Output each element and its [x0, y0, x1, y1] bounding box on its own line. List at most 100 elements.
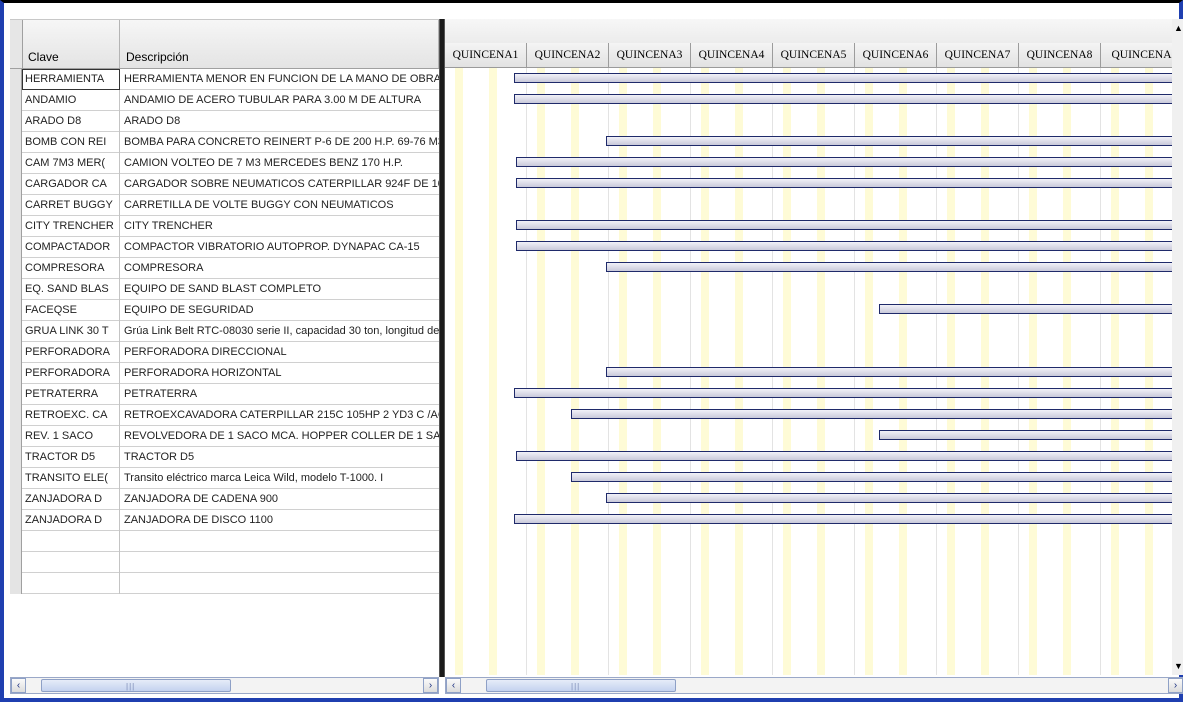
table-row[interactable]: PETRATERRA PETRATERRA — [10, 384, 439, 405]
period-header[interactable]: QUINCENA3 — [609, 43, 691, 67]
row-selector[interactable] — [10, 300, 22, 321]
gantt-bar[interactable] — [514, 73, 1172, 83]
cell-descripcion[interactable]: BOMBA PARA CONCRETO REINERT P-6 DE 200 H… — [120, 132, 439, 153]
cell-clave[interactable]: CITY TRENCHER — [22, 216, 120, 237]
cell-descripcion[interactable] — [120, 531, 439, 552]
row-selector[interactable] — [10, 132, 22, 153]
cell-descripcion[interactable]: ANDAMIO DE ACERO TUBULAR PARA 3.00 M DE … — [120, 90, 439, 111]
row-selector[interactable] — [10, 552, 22, 573]
table-row[interactable] — [10, 531, 439, 552]
period-header[interactable]: QUINCENA4 — [691, 43, 773, 67]
row-selector[interactable] — [10, 90, 22, 111]
cell-descripcion[interactable]: RETROEXCAVADORA CATERPILLAR 215C 105HP 2… — [120, 405, 439, 426]
row-selector[interactable] — [10, 195, 22, 216]
cell-descripcion[interactable]: HERRAMIENTA MENOR EN FUNCION DE LA MANO … — [120, 69, 439, 90]
row-selector[interactable] — [10, 405, 22, 426]
cell-clave[interactable]: HERRAMIENTA — [22, 69, 120, 90]
period-header[interactable]: QUINCENA2 — [527, 43, 609, 67]
cell-clave[interactable]: TRANSITO ELE( — [22, 468, 120, 489]
gantt-bar[interactable] — [606, 493, 1172, 503]
table-row[interactable]: ARADO D8 ARADO D8 — [10, 111, 439, 132]
gantt-bar[interactable] — [606, 262, 1172, 272]
cell-clave[interactable]: EQ. SAND BLAS — [22, 279, 120, 300]
table-row[interactable]: TRANSITO ELE(Transito eléctrico marca Le… — [10, 468, 439, 489]
cell-clave[interactable]: CARRET BUGGY — [22, 195, 120, 216]
row-selector[interactable] — [10, 258, 22, 279]
row-selector[interactable] — [10, 69, 22, 90]
grid-horizontal-scrollbar[interactable]: ‹ ||| › — [10, 677, 439, 694]
column-header-clave[interactable]: Clave — [22, 20, 120, 68]
table-row[interactable]: TRACTOR D5 TRACTOR D5 — [10, 447, 439, 468]
scroll-right-icon[interactable]: › — [423, 678, 438, 693]
row-selector[interactable] — [10, 321, 22, 342]
cell-clave[interactable]: ZANJADORA D — [22, 510, 120, 531]
table-row[interactable] — [10, 573, 439, 594]
cell-descripcion[interactable]: Grúa Link Belt RTC-08030 serie II, capac… — [120, 321, 439, 342]
table-row[interactable] — [10, 552, 439, 573]
gantt-bar[interactable] — [879, 304, 1172, 314]
grid-scroll-thumb[interactable]: ||| — [41, 679, 231, 692]
cell-descripcion[interactable] — [120, 552, 439, 573]
cell-clave[interactable]: GRUA LINK 30 T — [22, 321, 120, 342]
cell-clave[interactable]: CAM 7M3 MER( — [22, 153, 120, 174]
row-selector[interactable] — [10, 426, 22, 447]
scroll-up-icon[interactable]: ▲ — [1172, 21, 1183, 35]
cell-descripcion[interactable]: Transito eléctrico marca Leica Wild, mod… — [120, 468, 439, 489]
row-selector[interactable] — [10, 216, 22, 237]
table-row[interactable]: GRUA LINK 30 T Grúa Link Belt RTC-08030 s… — [10, 321, 439, 342]
row-selector[interactable] — [10, 279, 22, 300]
table-row[interactable]: ANDAMIO ANDAMIO DE ACERO TUBULAR PARA 3.0… — [10, 90, 439, 111]
gantt-bar[interactable] — [516, 157, 1172, 167]
period-header[interactable]: QUINCENA7 — [937, 43, 1019, 67]
gantt-bar[interactable] — [516, 451, 1172, 461]
cell-descripcion[interactable]: CAMION VOLTEO DE 7 M3 MERCEDES BENZ 170 … — [120, 153, 439, 174]
table-row[interactable]: PERFORADORA PERFORADORA DIRECCIONAL — [10, 342, 439, 363]
cell-clave[interactable]: PERFORADORA — [22, 342, 120, 363]
cell-clave[interactable]: PERFORADORA — [22, 363, 120, 384]
cell-clave[interactable]: REV. 1 SACO — [22, 426, 120, 447]
row-selector[interactable] — [10, 153, 22, 174]
table-row[interactable]: HERRAMIENTA HERRAMIENTA MENOR EN FUNCION … — [10, 69, 439, 90]
scroll-left-icon[interactable]: ‹ — [11, 678, 26, 693]
period-header[interactable]: QUINCENA — [1101, 43, 1172, 67]
row-selector[interactable] — [10, 111, 22, 132]
period-header[interactable]: QUINCENA5 — [773, 43, 855, 67]
row-selector[interactable] — [10, 531, 22, 552]
period-header[interactable]: QUINCENA8 — [1019, 43, 1101, 67]
table-row[interactable]: CARGADOR CA CARGADOR SOBRE NEUMATICOS CAT… — [10, 174, 439, 195]
cell-descripcion[interactable]: CARRETILLA DE VOLTE BUGGY CON NEUMATICOS — [120, 195, 439, 216]
cell-descripcion[interactable]: ZANJADORA DE DISCO 1100 — [120, 510, 439, 531]
cell-descripcion[interactable]: EQUIPO DE SEGURIDAD — [120, 300, 439, 321]
period-header[interactable]: QUINCENA6 — [855, 43, 937, 67]
row-selector[interactable] — [10, 384, 22, 405]
row-selector[interactable] — [10, 573, 22, 594]
cell-clave[interactable] — [22, 573, 120, 594]
row-selector[interactable] — [10, 468, 22, 489]
table-row[interactable]: FACEQSE EQUIPO DE SEGURIDAD — [10, 300, 439, 321]
cell-clave[interactable]: TRACTOR D5 — [22, 447, 120, 468]
table-row[interactable]: COMPACTADOR COMPACTOR VIBRATORIO AUTOPROP… — [10, 237, 439, 258]
cell-clave[interactable]: BOMB CON REI — [22, 132, 120, 153]
cell-clave[interactable]: ANDAMIO — [22, 90, 120, 111]
gantt-scroll-left-icon[interactable]: ‹ — [446, 678, 461, 693]
row-selector[interactable] — [10, 237, 22, 258]
cell-descripcion[interactable]: EQUIPO DE SAND BLAST COMPLETO — [120, 279, 439, 300]
cell-clave[interactable]: PETRATERRA — [22, 384, 120, 405]
gantt-bar[interactable] — [516, 241, 1172, 251]
row-selector[interactable] — [10, 174, 22, 195]
cell-descripcion[interactable]: REVOLVEDORA DE 1 SACO MCA. HOPPER COLLER… — [120, 426, 439, 447]
row-selector[interactable] — [10, 342, 22, 363]
cell-clave[interactable]: ZANJADORA D — [22, 489, 120, 510]
cell-clave[interactable]: ARADO D8 — [22, 111, 120, 132]
gantt-bar[interactable] — [571, 472, 1172, 482]
cell-descripcion[interactable]: CARGADOR SOBRE NEUMATICOS CATERPILLAR 92… — [120, 174, 439, 195]
gantt-bar[interactable] — [606, 136, 1172, 146]
gantt-bar[interactable] — [879, 430, 1172, 440]
cell-descripcion[interactable] — [120, 573, 439, 594]
cell-descripcion[interactable]: PETRATERRA — [120, 384, 439, 405]
gantt-scroll-thumb[interactable]: ||| — [486, 679, 676, 692]
table-row[interactable]: CITY TRENCHER CITY TRENCHER — [10, 216, 439, 237]
table-row[interactable]: EQ. SAND BLAS EQUIPO DE SAND BLAST COMPLE… — [10, 279, 439, 300]
cell-descripcion[interactable]: PERFORADORA DIRECCIONAL — [120, 342, 439, 363]
table-row[interactable]: PERFORADORA PERFORADORA HORIZONTAL — [10, 363, 439, 384]
